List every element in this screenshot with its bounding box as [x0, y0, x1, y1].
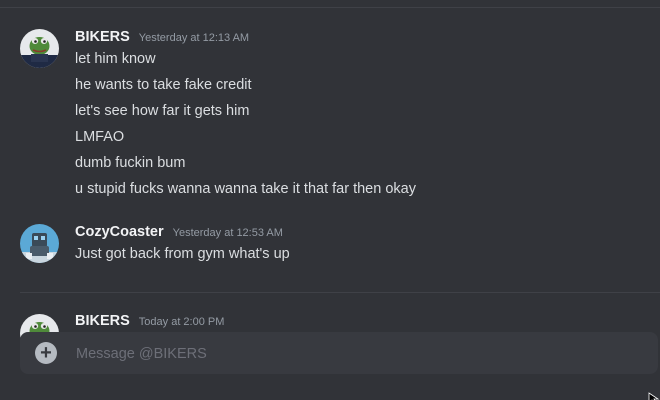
- message-line: LMFAO: [75, 129, 125, 145]
- mouse-cursor-icon: [648, 392, 660, 400]
- message-line: let's see how far it gets him: [75, 103, 250, 119]
- top-divider: [0, 7, 660, 8]
- username[interactable]: BIKERS: [75, 29, 130, 45]
- message-header: BIKERS Yesterday at 12:13 AM: [75, 29, 249, 49]
- message-line: dumb fuckin bum: [75, 155, 186, 171]
- message-input[interactable]: [74, 332, 638, 376]
- username[interactable]: BIKERS: [75, 313, 130, 329]
- timestamp[interactable]: Yesterday at 12:13 AM: [139, 32, 249, 44]
- plus-icon[interactable]: +: [35, 342, 57, 364]
- dm-chat-view: BIKERS Yesterday at 12:13 AM let him kno…: [0, 0, 660, 400]
- timestamp[interactable]: Today at 2:00 PM: [139, 316, 225, 328]
- message-line: u stupid fucks wanna wanna take it that …: [75, 181, 416, 197]
- message-line: Just got back from gym what's up: [75, 246, 290, 262]
- frog-avatar-icon: [20, 29, 59, 68]
- message-composer: +: [20, 332, 658, 376]
- message-header: CozyCoaster Yesterday at 12:53 AM: [75, 224, 283, 244]
- message-line: he wants to take fake credit: [75, 77, 252, 93]
- avatar-cozycoaster[interactable]: [20, 224, 59, 263]
- date-divider: [20, 292, 660, 293]
- robot-avatar-icon: [20, 224, 59, 263]
- message-line: let him know: [75, 51, 156, 67]
- avatar-bikers[interactable]: [20, 29, 59, 68]
- message-header: BIKERS Today at 2:00 PM: [75, 313, 224, 333]
- timestamp[interactable]: Yesterday at 12:53 AM: [173, 227, 283, 239]
- username[interactable]: CozyCoaster: [75, 224, 164, 240]
